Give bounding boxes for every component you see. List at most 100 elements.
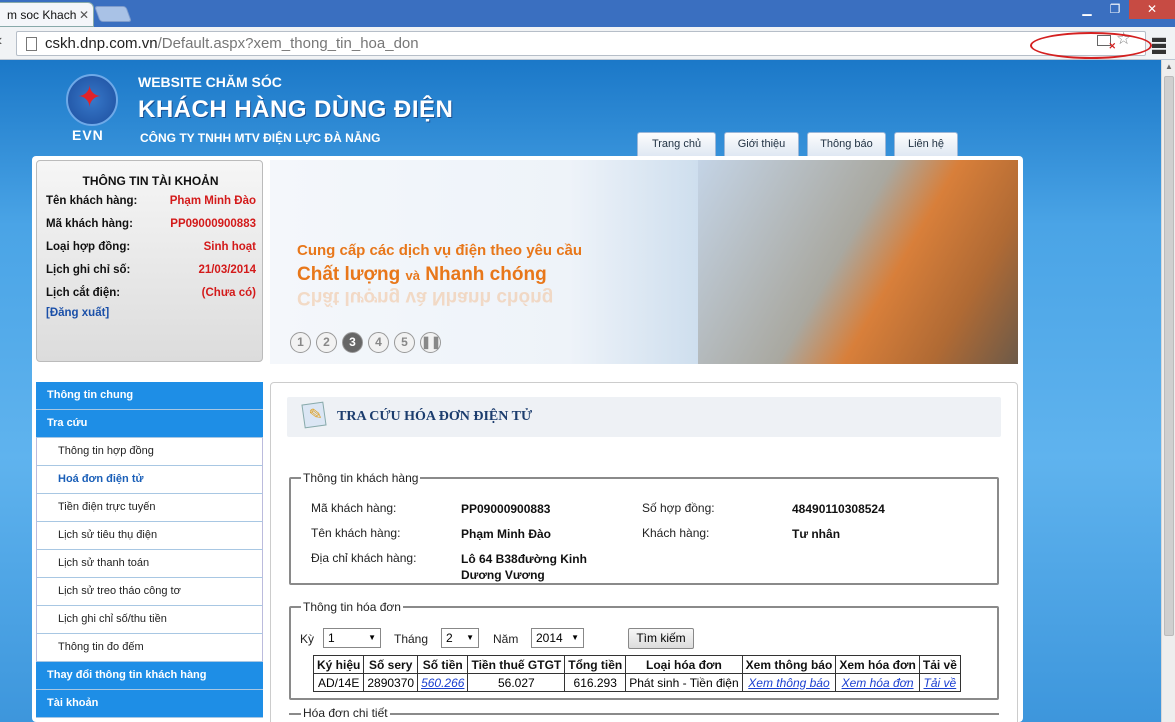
nav-about[interactable]: Giới thiệu bbox=[724, 132, 799, 156]
promo-banner: Cung cấp các dịch vụ điện theo yêu cầu C… bbox=[270, 160, 1018, 364]
nav-contact[interactable]: Liên hệ bbox=[894, 132, 958, 156]
pause-icon[interactable]: ❚❚ bbox=[420, 332, 441, 353]
url-text: cskh.dnp.com.vn/Default.aspx?xem_thong_t… bbox=[45, 35, 419, 52]
page-scrollbar[interactable]: ▲ bbox=[1161, 60, 1175, 722]
month-label: Tháng bbox=[394, 632, 429, 646]
account-row: Lịch ghi chỉ số: 21/03/2014 bbox=[46, 264, 256, 276]
cell-view-invoice: Xem hóa đơn bbox=[835, 673, 920, 692]
account-value: 21/03/2014 bbox=[198, 264, 256, 276]
cell-serial: 2890370 bbox=[363, 673, 419, 692]
account-title: THÔNG TIN TÀI KHOẢN bbox=[82, 174, 219, 188]
leftnav-payment-history[interactable]: Lịch sử thanh toán bbox=[36, 550, 263, 578]
leftnav-e-invoice[interactable]: Hoá đơn điện tử bbox=[36, 466, 263, 494]
leftnav-change-info[interactable]: Thay đổi thông tin khách hàng bbox=[36, 662, 263, 690]
logout-link[interactable]: [Đăng xuất] bbox=[46, 307, 109, 319]
slide-dot[interactable]: 4 bbox=[368, 332, 389, 353]
account-value: PP09000900883 bbox=[170, 218, 256, 230]
table-row: AD/14E 2890370 560.266 56.027 616.293 Ph… bbox=[312, 673, 961, 692]
back-icon[interactable]: ‹ bbox=[0, 32, 2, 50]
leftnav-account[interactable]: Tài khoản bbox=[36, 690, 263, 718]
minimize-icon[interactable]: ▁ bbox=[1073, 0, 1101, 19]
search-button[interactable]: Tìm kiếm bbox=[628, 628, 694, 649]
edit-document-icon bbox=[301, 401, 327, 429]
customer-name-label: Tên khách hàng: bbox=[311, 526, 401, 540]
leftnav-online-bill[interactable]: Tiền điện trực tuyến bbox=[36, 494, 263, 522]
page-icon bbox=[26, 37, 37, 51]
cell-invoice-type: Phát sinh - Tiền điện bbox=[625, 673, 743, 692]
leftnav-contract-info[interactable]: Thông tin hợp đồng bbox=[36, 438, 263, 466]
customer-info-group: Thông tin khách hàng Mã khách hàng: PP09… bbox=[289, 471, 999, 585]
month-select[interactable]: 2 bbox=[441, 628, 479, 648]
customer-name-value: Phạm Minh Đào bbox=[461, 527, 552, 541]
account-value: (Chưa có) bbox=[201, 287, 256, 299]
col-header: Loại hóa đơn bbox=[625, 655, 743, 674]
site-title-line1: WEBSITE CHĂM SÓC bbox=[138, 74, 282, 90]
period-label: Kỳ bbox=[300, 632, 315, 646]
col-header: Tải về bbox=[918, 655, 961, 674]
view-invoice-link[interactable]: Xem hóa đơn bbox=[842, 676, 914, 690]
leftnav-metering-info[interactable]: Thông tin đo đếm bbox=[36, 634, 263, 662]
address-label: Địa chỉ khách hàng: bbox=[311, 551, 417, 565]
leftnav-meter-history[interactable]: Lịch sử treo tháo công tơ bbox=[36, 578, 263, 606]
amount-link[interactable]: 560.266 bbox=[421, 676, 464, 690]
window-controls: ▁ ❐ ✕ bbox=[1073, 0, 1175, 20]
scroll-up-icon[interactable]: ▲ bbox=[1165, 62, 1173, 71]
leftnav-general[interactable]: Thông tin chung bbox=[36, 382, 263, 410]
customer-type-value: Tư nhân bbox=[792, 527, 841, 541]
slide-controls: 1 2 3 4 5 ❚❚ bbox=[290, 332, 441, 353]
content-header: TRA CỨU HÓA ĐƠN ĐIỆN TỬ bbox=[287, 397, 1001, 437]
account-label: Lịch ghi chỉ số: bbox=[46, 264, 131, 276]
invoice-table: Ký hiệu Số sery Số tiền Tiền thuế GTGT T… bbox=[312, 655, 961, 692]
browser-tab[interactable]: m soc Khach ✕ bbox=[0, 2, 94, 27]
slide-dot[interactable]: 5 bbox=[394, 332, 415, 353]
address-line1: Lô 64 B38đường Kinh bbox=[461, 552, 587, 566]
account-row: Mã khách hàng: PP09000900883 bbox=[46, 218, 256, 230]
slide-dot[interactable]: 1 bbox=[290, 332, 311, 353]
account-box: THÔNG TIN TÀI KHOẢN Tên khách hàng: Phạm … bbox=[36, 160, 263, 362]
view-notice-link[interactable]: Xem thông báo bbox=[748, 676, 829, 690]
tab-close-icon[interactable]: ✕ bbox=[79, 8, 89, 22]
leftnav-usage-history[interactable]: Lịch sử tiêu thụ điện bbox=[36, 522, 263, 550]
download-link[interactable]: Tải về bbox=[924, 676, 957, 690]
col-header: Tiền thuế GTGT bbox=[467, 655, 566, 674]
site-title-line2: KHÁCH HÀNG DÙNG ĐIỆN bbox=[138, 96, 454, 123]
cell-view-notice: Xem thông báo bbox=[741, 673, 837, 692]
close-window-icon[interactable]: ✕ bbox=[1129, 0, 1175, 19]
restore-icon[interactable]: ❐ bbox=[1101, 0, 1129, 19]
scrollbar-thumb[interactable] bbox=[1164, 76, 1174, 636]
red-annotation-ellipse bbox=[1030, 32, 1152, 59]
detail-group-border bbox=[289, 713, 999, 715]
col-header: Xem hóa đơn bbox=[835, 655, 920, 674]
leftnav-reading-schedule[interactable]: Lịch ghi chỉ số/thu tiền bbox=[36, 606, 263, 634]
cell-amount: 560.266 bbox=[417, 673, 469, 692]
customer-type-label: Khách hàng: bbox=[642, 526, 710, 540]
invoice-info-group: Thông tin hóa đơn Kỳ 1 Tháng 2 Năm 2014 … bbox=[289, 600, 999, 700]
account-row: Tên khách hàng: Phạm Minh Đào bbox=[46, 195, 256, 207]
left-nav: Thông tin chung Tra cứu Thông tin hợp đồ… bbox=[36, 382, 263, 718]
banner-and: và bbox=[405, 268, 421, 283]
main-panel: THÔNG TIN TÀI KHOẢN Tên khách hàng: Phạm … bbox=[32, 156, 1023, 722]
account-value: Phạm Minh Đào bbox=[169, 195, 256, 207]
col-header: Số sery bbox=[363, 655, 419, 674]
leftnav-lookup[interactable]: Tra cứu bbox=[36, 410, 263, 438]
year-label: Năm bbox=[493, 632, 519, 646]
table-header-row: Ký hiệu Số sery Số tiền Tiền thuế GTGT T… bbox=[312, 655, 961, 674]
slide-dot-active[interactable]: 3 bbox=[342, 332, 363, 353]
detail-legend: Hóa đơn chi tiết bbox=[301, 706, 390, 720]
account-label: Lịch cắt điện: bbox=[46, 287, 121, 299]
customer-code-value: PP09000900883 bbox=[461, 502, 551, 516]
slide-dot[interactable]: 2 bbox=[316, 332, 337, 353]
nav-home[interactable]: Trang chủ bbox=[637, 132, 716, 156]
account-row: Lịch cắt điện: (Chưa có) bbox=[46, 287, 256, 299]
cell-vat: 56.027 bbox=[467, 673, 566, 692]
web-page: ✦ EVN WEBSITE CHĂM SÓC KHÁCH HÀNG DÙNG Đ… bbox=[0, 60, 1161, 722]
menu-icon[interactable]: ▬ ▬ ▬ bbox=[1152, 30, 1166, 56]
url-field[interactable]: cskh.dnp.com.vn/Default.aspx?xem_thong_t… bbox=[16, 31, 1146, 56]
page-title: TRA CỨU HÓA ĐƠN ĐIỆN TỬ bbox=[337, 409, 533, 424]
year-select[interactable]: 2014 bbox=[531, 628, 584, 648]
nav-notices[interactable]: Thông báo bbox=[807, 132, 886, 156]
new-tab-button[interactable] bbox=[94, 6, 132, 22]
banner-line2: Chất lượng và Nhanh chóng bbox=[297, 264, 547, 286]
period-select[interactable]: 1 bbox=[323, 628, 381, 648]
content-panel: TRA CỨU HÓA ĐƠN ĐIỆN TỬ Thông tin khách … bbox=[270, 382, 1018, 722]
